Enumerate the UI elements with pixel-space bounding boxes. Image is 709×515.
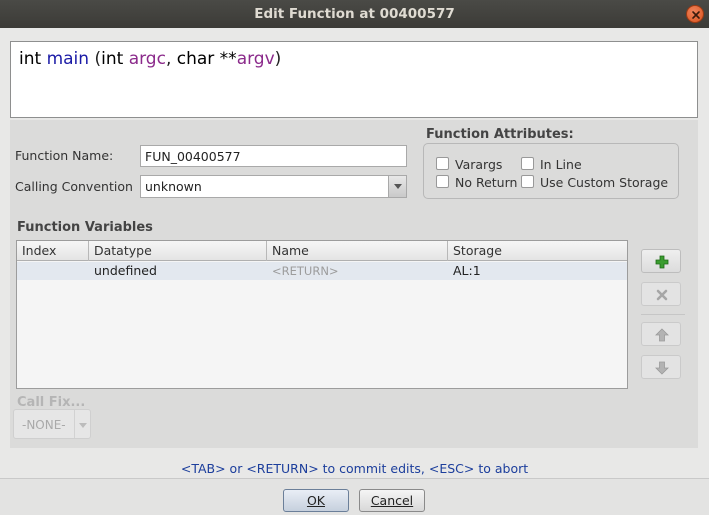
call-fixup-value: -NONE- <box>22 418 66 432</box>
signature-function-name: main <box>46 49 90 69</box>
button-separator <box>641 314 685 315</box>
close-icon <box>692 11 700 19</box>
calling-convention-label: Calling Convention <box>15 179 133 194</box>
move-down-button[interactable] <box>641 355 681 379</box>
custom-storage-label: Use Custom Storage <box>540 175 669 190</box>
signature-editor[interactable]: int main (int argc, char **argv) <box>10 41 698 118</box>
signature-close-paren: ) <box>274 49 282 69</box>
add-variable-button[interactable] <box>641 249 681 273</box>
signature-open-paren: ( <box>89 49 102 69</box>
calling-convention-value: unknown <box>145 179 202 194</box>
function-variables-heading: Function Variables <box>17 220 153 235</box>
column-header-name[interactable]: Name <box>267 241 448 261</box>
plus-icon <box>655 255 669 269</box>
varargs-label: Varargs <box>455 157 503 172</box>
close-button[interactable] <box>686 5 704 23</box>
cancel-button[interactable]: Cancel <box>359 489 425 512</box>
function-attributes-heading: Function Attributes: <box>426 127 574 142</box>
table-row[interactable]: undefined <RETURN> AL:1 <box>17 262 627 280</box>
varargs-checkbox[interactable] <box>436 157 449 170</box>
signature-comma: , <box>165 49 177 69</box>
call-fixup-label: Call Fix... <box>17 395 86 410</box>
ok-button-label: OK <box>306 493 326 508</box>
dialog-footer: OK Cancel <box>0 478 709 515</box>
signature-param2-name: argv <box>236 49 275 69</box>
chevron-down-icon <box>79 423 87 428</box>
signature-param1-name: argc <box>128 49 166 69</box>
variables-table[interactable]: Index Datatype Name Storage undefined <R… <box>16 240 628 389</box>
dropdown-arrow[interactable] <box>388 176 406 197</box>
arrow-up-icon <box>655 328 669 342</box>
signature-param2-type: char ** <box>176 49 237 69</box>
window-title: Edit Function at 00400577 <box>254 6 455 22</box>
chevron-down-icon <box>394 184 402 189</box>
in-line-checkbox[interactable] <box>521 157 534 170</box>
cell-name[interactable]: <RETURN> <box>267 264 344 278</box>
function-name-input[interactable] <box>140 145 407 167</box>
title-bar: Edit Function at 00400577 <box>0 0 709 28</box>
call-fixup-select[interactable]: -NONE- <box>13 409 91 439</box>
signature-return-type: int <box>19 49 42 69</box>
cell-datatype[interactable]: undefined <box>89 263 162 278</box>
call-fixup-divider <box>74 410 75 438</box>
no-return-label: No Return <box>455 175 518 190</box>
hint-text: <TAB> or <RETURN> to commit edits, <ESC>… <box>180 461 529 476</box>
move-up-button[interactable] <box>641 322 681 346</box>
column-header-storage[interactable]: Storage <box>448 241 627 261</box>
column-header-index[interactable]: Index <box>17 241 89 261</box>
in-line-label: In Line <box>540 157 582 172</box>
cell-storage[interactable]: AL:1 <box>448 263 486 278</box>
no-return-checkbox[interactable] <box>436 175 449 188</box>
x-icon <box>656 289 668 301</box>
remove-variable-button[interactable] <box>641 282 681 306</box>
function-name-label: Function Name: <box>15 148 114 163</box>
ok-button[interactable]: OK <box>283 489 349 512</box>
calling-convention-select[interactable]: unknown <box>140 175 407 198</box>
signature-text: int main (int argc, char **argv) <box>19 49 281 69</box>
custom-storage-checkbox[interactable] <box>521 175 534 188</box>
arrow-down-icon <box>655 361 669 375</box>
cancel-button-label: Cancel <box>370 493 414 508</box>
table-header: Index Datatype Name Storage <box>17 241 627 261</box>
signature-param1-type: int <box>101 49 129 69</box>
column-header-datatype[interactable]: Datatype <box>89 241 267 261</box>
